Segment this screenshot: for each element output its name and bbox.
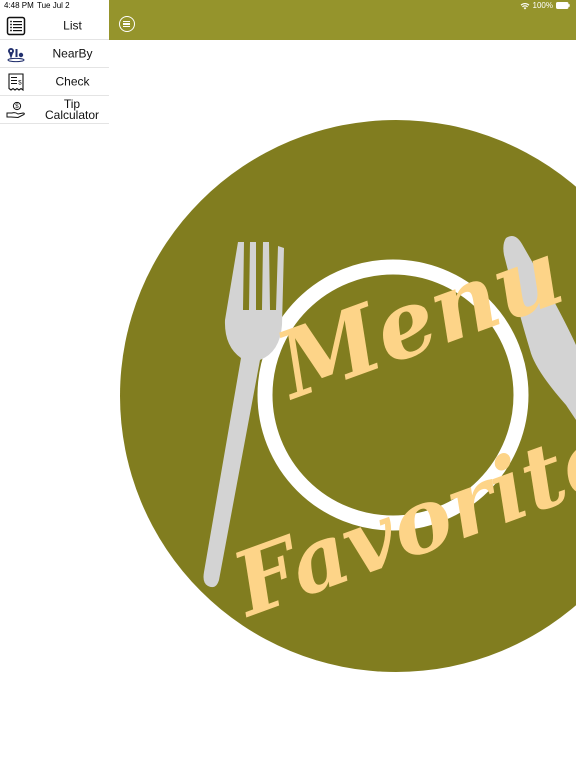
tip-hand-icon: $ — [6, 101, 25, 118]
sidebar-item-check[interactable]: $ Check — [0, 68, 109, 96]
sidebar-item-list[interactable]: List — [0, 12, 109, 40]
menu-favorites-logo: Menu Favorites — [120, 120, 576, 672]
battery-percent: 100% — [532, 1, 553, 10]
sidebar-item-label: Tip Calculator — [44, 96, 100, 122]
battery-icon — [556, 2, 570, 9]
wifi-icon — [520, 2, 529, 9]
top-bar — [109, 0, 576, 40]
sidebar-item-label: Check — [55, 74, 90, 88]
status-time: 4:48 PM — [4, 1, 34, 10]
sidebar: List NearBy $ Check $ Tip Calculator — [0, 12, 109, 124]
status-date: Tue Jul 2 — [37, 1, 70, 10]
sidebar-item-label: NearBy — [52, 46, 93, 60]
hamburger-circle-icon[interactable] — [119, 16, 135, 32]
map-pin-icon — [7, 47, 25, 62]
sidebar-item-label: List — [63, 18, 82, 32]
receipt-icon: $ — [8, 72, 24, 91]
status-indicators: 100% — [520, 1, 570, 10]
sidebar-item-nearby[interactable]: NearBy — [0, 40, 109, 68]
list-icon — [6, 16, 26, 35]
sidebar-item-tip-calculator[interactable]: $ Tip Calculator — [0, 96, 109, 124]
